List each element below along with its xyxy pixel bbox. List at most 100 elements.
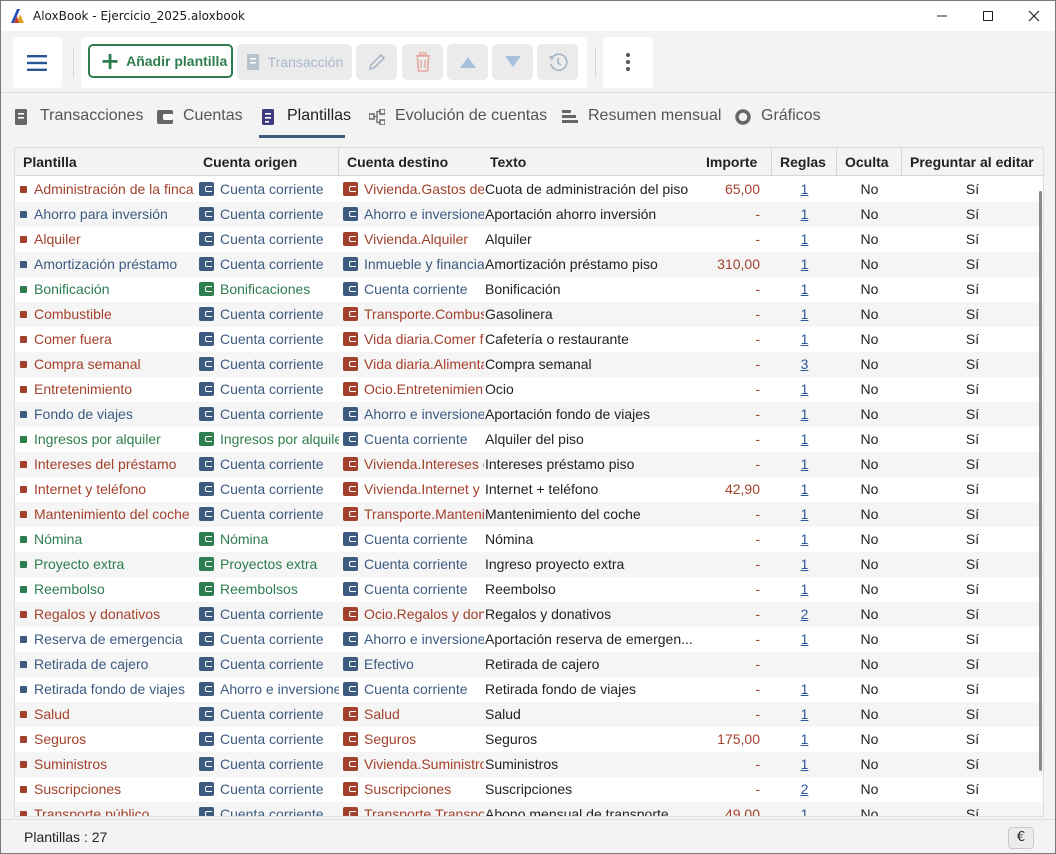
table-row[interactable]: Bonificación Bonificaciones Cuenta corrien… [15,277,1043,302]
cell-reglas-link[interactable]: 1 [772,702,837,727]
account-wallet-icon [199,532,214,546]
cell-reglas-link[interactable]: 1 [772,227,837,252]
column-header-reglas[interactable]: Reglas [772,148,837,176]
table-row[interactable]: Internet y teléfono Cuenta corriente Vivie… [15,477,1043,502]
move-up-button[interactable] [447,44,488,80]
cell-reglas-link[interactable]: 1 [772,202,837,227]
transaction-button[interactable]: Transacción [237,44,352,80]
cell-cuenta-origen: Cuenta corriente [220,606,324,622]
more-options-button[interactable] [603,37,653,88]
table-row[interactable]: Entretenimiento Cuenta corriente Ocio.Entr… [15,377,1043,402]
table-row[interactable]: Alquiler Cuenta corriente Vivienda.Alquile… [15,227,1043,252]
table-row[interactable]: Suscripciones Cuenta corriente Suscripcion… [15,777,1043,802]
add-template-label: Añadir plantilla [126,53,228,69]
table-row[interactable]: Retirada de cajero Cuenta corriente Efecti… [15,652,1043,677]
table-row[interactable]: Suministros Cuenta corriente Vivienda.Sumi… [15,752,1043,777]
tab-cuentas[interactable]: Cuentas [157,107,243,137]
add-template-button[interactable]: + Añadir plantilla [88,44,233,78]
cell-reglas-link[interactable] [772,652,837,677]
column-header-cuenta-origen[interactable]: Cuenta origen [195,148,339,176]
cell-reglas-link[interactable]: 1 [772,502,837,527]
table-row[interactable]: Ingresos por alquiler Ingresos por alquil… [15,427,1043,452]
table-row[interactable]: Transporte público Cuenta corriente Transp… [15,802,1043,816]
table-row[interactable]: Mantenimiento del coche Cuenta corriente T… [15,502,1043,527]
cell-reglas-link[interactable]: 1 [772,377,837,402]
account-wallet-icon [199,407,214,421]
cell-oculta: No [860,656,879,672]
cell-preguntar: Sí [965,381,980,397]
cell-reglas-link[interactable]: 1 [772,452,837,477]
cell-reglas-link[interactable]: 2 [772,777,837,802]
cell-cuenta-destino: Salud [364,706,400,722]
column-header-preguntar[interactable]: Preguntar al editar [902,148,1043,176]
cell-oculta: No [860,456,879,472]
cell-reglas-link[interactable]: 1 [772,252,837,277]
column-header-importe[interactable]: Importe [698,148,772,176]
account-wallet-icon [199,682,214,696]
tab-graficos[interactable]: Gráficos [735,107,821,137]
vertical-scrollbar[interactable] [1039,191,1042,771]
column-header-plantilla[interactable]: Plantilla [15,148,195,176]
cell-reglas-link[interactable]: 1 [772,302,837,327]
move-down-button[interactable] [492,44,533,80]
cell-reglas-link[interactable]: 1 [772,177,837,202]
minimize-button[interactable] [919,1,965,31]
cell-importe: - [755,531,760,547]
currency-button[interactable]: € [1008,827,1034,849]
account-wallet-icon [199,457,214,471]
cell-reglas-link[interactable]: 1 [772,527,837,552]
cell-reglas-link[interactable]: 1 [772,577,837,602]
table-row[interactable]: Intereses del préstamo Cuenta corriente Vi… [15,452,1043,477]
cell-reglas-link[interactable]: 1 [772,427,837,452]
cell-reglas-link[interactable]: 1 [772,477,837,502]
window-title: AloxBook - Ejercicio_2025.aloxbook [33,9,245,23]
table-row[interactable]: Compra semanal Cuenta corriente Vida diari… [15,352,1043,377]
cell-oculta: No [860,481,879,497]
account-wallet-icon [199,257,214,271]
category-bullet-icon [20,361,27,368]
cell-reglas-link[interactable]: 1 [772,627,837,652]
table-row[interactable]: Salud Cuenta corriente Salud Salud -1 No Sí [15,702,1043,727]
column-header-texto[interactable]: Texto [482,148,698,176]
tab-evolucion-cuentas[interactable]: Evolución de cuentas [369,107,547,137]
close-button[interactable] [1011,1,1056,31]
table-row[interactable]: Nómina Nómina Cuenta corriente Nómina -1 No Sí [15,527,1043,552]
column-header-oculta[interactable]: Oculta [837,148,902,176]
cell-reglas-link[interactable]: 3 [772,352,837,377]
cell-reglas-link[interactable]: 1 [772,402,837,427]
table-row[interactable]: Regalos y donativos Cuenta corriente Ocio.… [15,602,1043,627]
tab-resumen-mensual[interactable]: Resumen mensual [562,107,721,137]
table-row[interactable]: Administración de la finca Cuenta corrien… [15,177,1043,202]
cell-reglas-link[interactable]: 1 [772,327,837,352]
transaction-label: Transacción [267,54,344,70]
cell-reglas-link[interactable]: 2 [772,602,837,627]
delete-button[interactable] [402,44,443,80]
table-row[interactable]: Reembolso Reembolsos Cuenta corriente Reemb… [15,577,1043,602]
table-row[interactable]: Seguros Cuenta corriente Seguros Seguros 175… [15,727,1043,752]
table-row[interactable]: Retirada fondo de viajes Ahorro e inversi… [15,677,1043,702]
column-header-cuenta-destino[interactable]: Cuenta destino [339,148,482,176]
cell-reglas-link[interactable]: 1 [772,552,837,577]
cell-reglas-link[interactable]: 1 [772,752,837,777]
account-wallet-icon [199,307,214,321]
cell-reglas-link[interactable]: 1 [772,727,837,752]
tab-plantillas[interactable]: Plantillas [261,107,351,137]
cell-reglas-link[interactable]: 1 [772,277,837,302]
menu-button[interactable] [13,37,62,88]
table-row[interactable]: Proyecto extra Proyectos extra Cuenta corr… [15,552,1043,577]
table-row[interactable]: Combustible Cuenta corriente Transporte.Co… [15,302,1043,327]
table-row[interactable]: Fondo de viajes Cuenta corriente Ahorro e … [15,402,1043,427]
edit-button[interactable] [356,44,397,80]
maximize-button[interactable] [965,1,1011,31]
cell-reglas-link[interactable]: 1 [772,677,837,702]
cell-importe: - [755,756,760,772]
tab-transacciones[interactable]: Transacciones [14,107,143,137]
table-row[interactable]: Ahorro para inversión Cuenta corriente Aho… [15,202,1043,227]
undo-button[interactable] [537,44,578,80]
table-row[interactable]: Amortización préstamo Cuenta corriente Inm… [15,252,1043,277]
table-row[interactable]: Reserva de emergencia Cuenta corriente Aho… [15,627,1043,652]
cell-reglas-link[interactable]: 1 [772,802,837,816]
cell-plantilla: Intereses del préstamo [34,456,177,472]
table-row[interactable]: Comer fuera Cuenta corriente Vida diaria.C… [15,327,1043,352]
cell-plantilla: Retirada fondo de viajes [34,681,185,697]
